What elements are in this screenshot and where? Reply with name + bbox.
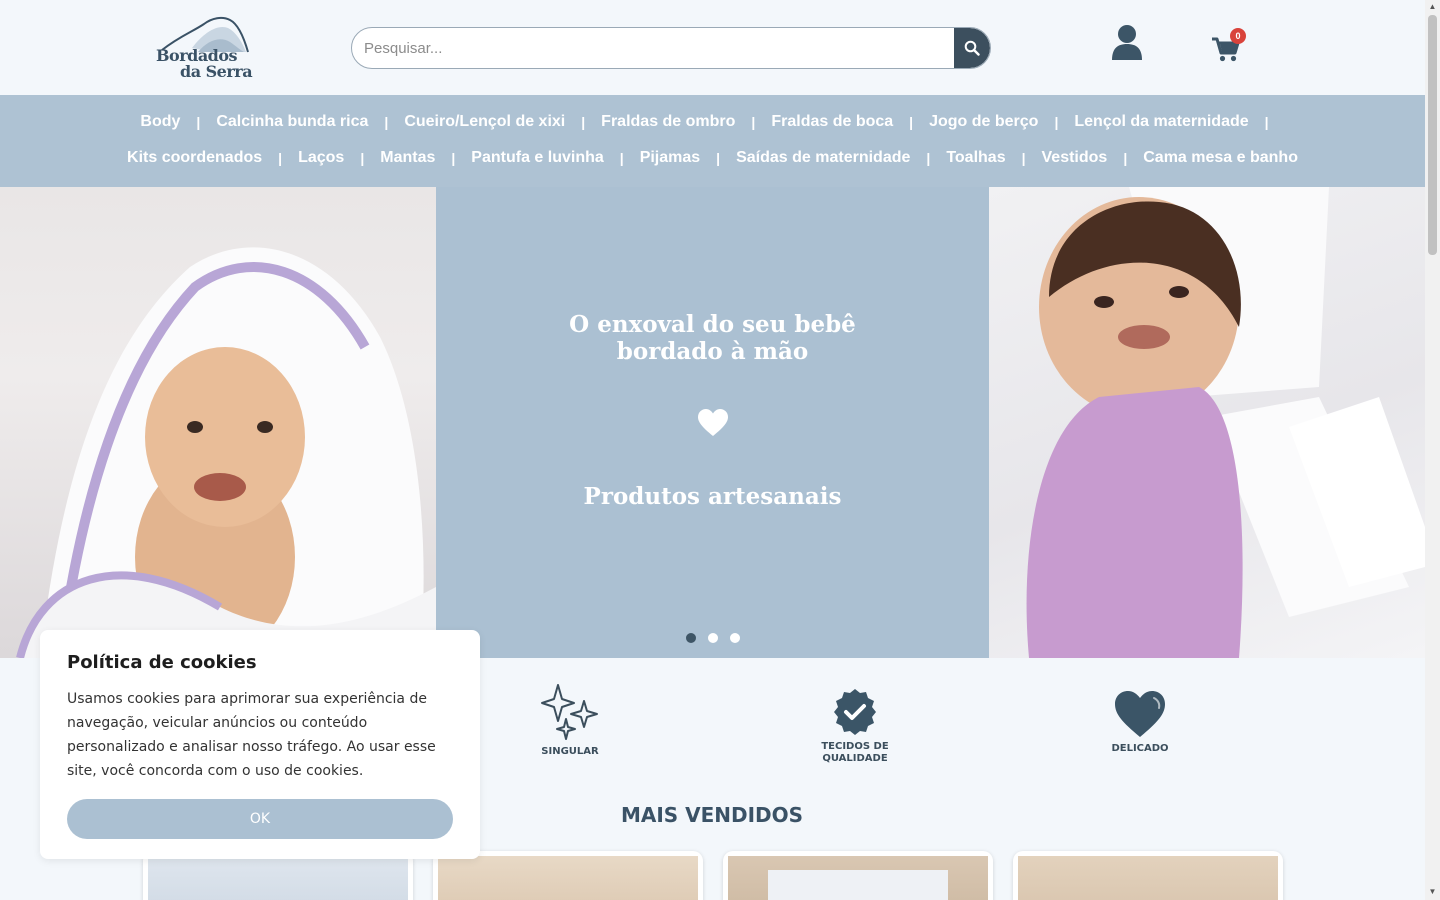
- hero-slider[interactable]: O enxoval do seu bebê bordado à mão Prod…: [0, 187, 1425, 658]
- nav-row-1: Body | Calcinha bunda rica | Cueiro/Lenç…: [0, 113, 1425, 131]
- product-image: [728, 856, 988, 900]
- nav-item-kits[interactable]: Kits coordenados: [127, 149, 262, 167]
- hero-subtitle: Produtos artesanais: [583, 483, 842, 510]
- nav-item-saidas[interactable]: Saídas de maternidade: [736, 149, 910, 167]
- hero-photo-baby-lilac: [989, 187, 1425, 658]
- product-card[interactable]: [1013, 851, 1283, 900]
- best-sellers-title: MAIS VENDIDOS: [620, 803, 804, 827]
- feature-label: DELICADO: [1111, 743, 1169, 754]
- slider-dot-1[interactable]: [686, 633, 696, 643]
- nav-item-cama-mesa-banho[interactable]: Cama mesa e banho: [1143, 149, 1298, 167]
- nav-separator: |: [581, 114, 586, 130]
- nav-item-toalhas[interactable]: Toalhas: [946, 149, 1005, 167]
- nav-item-body[interactable]: Body: [140, 113, 180, 131]
- hero-title-line1: O enxoval do seu bebê: [569, 311, 856, 338]
- nav-separator: |: [619, 150, 624, 166]
- feature-label: SINGULAR: [541, 746, 599, 757]
- nav-item-pantufa[interactable]: Pantufa e luvinha: [471, 149, 603, 167]
- heart-icon: [1115, 691, 1165, 737]
- feature-singular: SINGULAR: [480, 683, 660, 758]
- nav-item-pijamas[interactable]: Pijamas: [640, 149, 700, 167]
- category-nav: Body | Calcinha bunda rica | Cueiro/Lenç…: [0, 95, 1425, 187]
- product-card[interactable]: [723, 851, 993, 900]
- nav-separator: |: [1021, 150, 1026, 166]
- product-image: [1018, 856, 1278, 900]
- nav-separator: |: [384, 114, 389, 130]
- slider-pagination: [686, 633, 740, 643]
- heart-icon: [698, 409, 728, 436]
- nav-separator: |: [196, 114, 201, 130]
- scrollbar-thumb[interactable]: [1428, 15, 1437, 255]
- nav-separator: |: [1054, 114, 1059, 130]
- scroll-down-arrow-icon[interactable]: ▼: [1428, 887, 1437, 896]
- nav-separator: |: [751, 114, 756, 130]
- site-header: Bordados da Serra 0: [0, 0, 1425, 95]
- nav-item-fraldas-boca[interactable]: Fraldas de boca: [771, 113, 893, 131]
- account-button[interactable]: [1110, 24, 1144, 62]
- nav-separator: |: [1123, 150, 1128, 166]
- nav-item-fraldas-ombro[interactable]: Fraldas de ombro: [601, 113, 735, 131]
- feature-tecidos-qualidade: TECIDOS DE QUALIDADE: [765, 688, 945, 765]
- cookie-text: Usamos cookies para aprimorar sua experi…: [67, 691, 436, 779]
- nav-item-jogo-berco[interactable]: Jogo de berço: [929, 113, 1038, 131]
- slider-dot-2[interactable]: [708, 633, 718, 643]
- product-image: [438, 856, 698, 900]
- nav-separator: |: [909, 114, 914, 130]
- scroll-up-arrow-icon[interactable]: ▲: [1428, 2, 1437, 11]
- nav-item-mantas[interactable]: Mantas: [380, 149, 435, 167]
- nav-separator: |: [451, 150, 456, 166]
- nav-separator: |: [278, 150, 283, 166]
- logo-text-line2: da Serra: [180, 62, 253, 81]
- nav-item-calcinha[interactable]: Calcinha bunda rica: [216, 113, 368, 131]
- user-icon: [1112, 25, 1142, 60]
- site-logo[interactable]: Bordados da Serra: [152, 14, 256, 82]
- nav-separator: |: [716, 150, 721, 166]
- hero-photo-baby-towel: [0, 187, 436, 658]
- nav-separator: |: [1264, 114, 1269, 130]
- search-bar: [351, 27, 991, 69]
- hero-title-line2: bordado à mão: [616, 338, 809, 365]
- hero-text-panel: O enxoval do seu bebê bordado à mão Prod…: [436, 187, 989, 658]
- page-scrollbar[interactable]: ▲ ▼: [1425, 0, 1440, 900]
- search-button[interactable]: [954, 28, 990, 68]
- product-image: [148, 856, 408, 900]
- slider-dot-3[interactable]: [730, 633, 740, 643]
- cookie-title: Política de cookies: [67, 652, 257, 673]
- feature-label: TECIDOS DE QUALIDADE: [765, 741, 945, 765]
- cart-count-badge: 0: [1230, 28, 1246, 44]
- feature-label-line2: QUALIDADE: [822, 753, 888, 764]
- cookie-ok-button[interactable]: OK: [67, 799, 453, 839]
- nav-separator: |: [360, 150, 365, 166]
- cookie-consent-dialog: Política de cookies Usamos cookies para …: [40, 630, 480, 859]
- feature-delicado: DELICADO: [1050, 690, 1230, 755]
- sparkles-icon: [541, 684, 598, 740]
- nav-item-lacos[interactable]: Laços: [298, 149, 344, 167]
- nav-row-2: Kits coordenados | Laços | Mantas | Pant…: [0, 149, 1425, 167]
- verified-badge-icon: [834, 689, 876, 735]
- search-input[interactable]: [352, 28, 956, 68]
- nav-item-lencol-maternidade[interactable]: Lençol da maternidade: [1074, 113, 1248, 131]
- search-icon: [964, 40, 980, 56]
- nav-item-vestidos[interactable]: Vestidos: [1042, 149, 1108, 167]
- nav-item-cueiro[interactable]: Cueiro/Lençol de xixi: [404, 113, 565, 131]
- feature-label-line1: TECIDOS DE: [821, 741, 889, 752]
- nav-separator: |: [926, 150, 931, 166]
- hero-title: O enxoval do seu bebê bordado à mão: [436, 311, 989, 365]
